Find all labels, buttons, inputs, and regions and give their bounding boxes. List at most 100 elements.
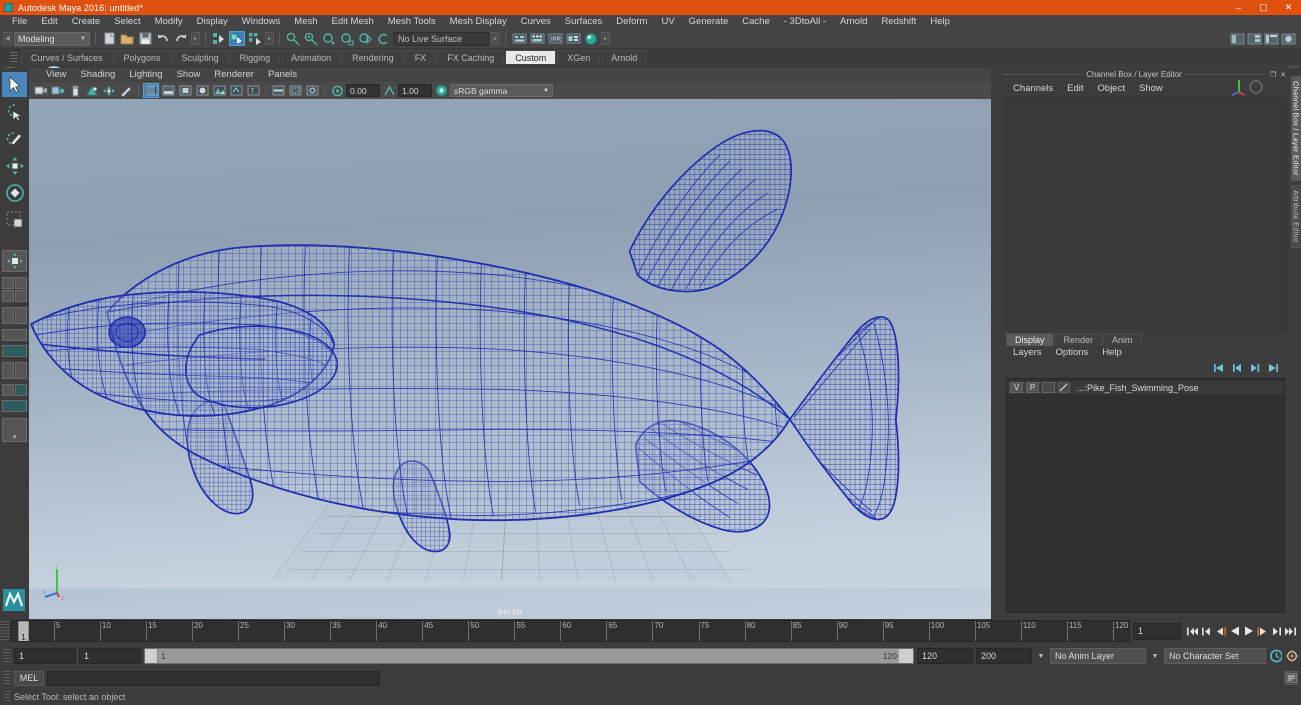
menu-item-redshift[interactable]: Redshift: [874, 15, 923, 29]
playback-options-chevron-icon[interactable]: ▼: [1035, 653, 1047, 660]
minimize-button[interactable]: –: [1226, 0, 1251, 15]
go-to-end-icon[interactable]: [1284, 623, 1297, 639]
layer-menu-help[interactable]: Help: [1095, 346, 1129, 360]
layer-first-icon[interactable]: [1213, 363, 1225, 373]
menu-item-deform[interactable]: Deform: [609, 15, 654, 29]
image-plane-icon[interactable]: [84, 83, 100, 98]
undo-icon[interactable]: [155, 31, 171, 46]
side-tab-channel-box-layer-editor[interactable]: Channel Box / Layer Editor: [1290, 76, 1301, 181]
lasso-tool[interactable]: [2, 99, 27, 124]
menu-item-mesh-display[interactable]: Mesh Display: [443, 15, 514, 29]
shelf-tab-animation[interactable]: Animation: [281, 50, 342, 64]
timeslider-track[interactable]: 1 5 10 15 20 25 30 35 40 45 50 55 60 65 70 75 80 85 90 95 1…: [10, 620, 1130, 642]
timeslider-playhead[interactable]: 1: [18, 621, 29, 641]
step-forward-icon[interactable]: [1270, 623, 1283, 639]
go-to-start-icon[interactable]: [1186, 623, 1199, 639]
attribute-editor-toggle-icon[interactable]: [1246, 31, 1262, 46]
textured-icon[interactable]: [194, 83, 210, 98]
anim-layer-selector[interactable]: No Anim Layer: [1050, 648, 1146, 664]
range-bar[interactable]: 1 120: [144, 648, 914, 664]
xray-mode-icon[interactable]: [287, 83, 303, 98]
character-set-selector[interactable]: No Character Set: [1164, 648, 1266, 664]
restore-panel-icon[interactable]: ❐: [1268, 70, 1278, 80]
color-profile-selector[interactable]: sRGB gamma ▼: [450, 84, 553, 97]
side-tab-attribute-editor[interactable]: Attribute Editor: [1290, 184, 1301, 248]
menu-item-curves[interactable]: Curves: [514, 15, 558, 29]
hypershade-icon[interactable]: [583, 31, 599, 46]
range-start-field[interactable]: 1: [79, 648, 141, 664]
snap-projected-icon[interactable]: [339, 31, 355, 46]
menu-item-surfaces[interactable]: Surfaces: [558, 15, 610, 29]
shelf-tab-fx-caching[interactable]: FX Caching: [437, 50, 505, 64]
layout-persp-outliner[interactable]: [2, 384, 27, 396]
current-frame-field[interactable]: 1: [1133, 622, 1181, 640]
redo-icon[interactable]: [173, 31, 189, 46]
menu-item-3dtoall[interactable]: - 3DtoAll -: [777, 15, 833, 29]
layer-last-icon[interactable]: [1267, 363, 1279, 373]
viewport-3d[interactable]: y x z persp: [29, 99, 991, 619]
gamma-field[interactable]: 1.00: [398, 84, 432, 97]
menu-item-display[interactable]: Display: [190, 15, 235, 29]
select-camera-icon[interactable]: [33, 83, 49, 98]
layer-row[interactable]: V P ...:Pike_Fish_Swimming_Pose: [1007, 381, 1284, 394]
anim-layer-chevron-icon[interactable]: ▼: [1149, 653, 1161, 660]
menu-item-select[interactable]: Select: [107, 15, 147, 29]
layer-prev-icon[interactable]: [1231, 363, 1243, 373]
viewport-menu-view[interactable]: View: [39, 68, 73, 82]
menuset-selector[interactable]: Modeling ▼: [14, 31, 90, 46]
layout-two-split[interactable]: [2, 307, 27, 324]
menu-item-help[interactable]: Help: [923, 15, 957, 29]
layer-list[interactable]: V P ...:Pike_Fish_Swimming_Pose: [1006, 378, 1285, 613]
menu-item-mesh-tools[interactable]: Mesh Tools: [381, 15, 443, 29]
shelf-tab-rendering[interactable]: Rendering: [342, 50, 404, 64]
animation-preferences-icon[interactable]: [1285, 648, 1298, 664]
snap-point-icon[interactable]: [321, 31, 337, 46]
select-hierarchy-icon[interactable]: [211, 31, 227, 46]
channelbox-body[interactable]: [1004, 80, 1287, 329]
commandline-grip[interactable]: [3, 670, 11, 686]
channelbox-menu-object[interactable]: Object: [1091, 81, 1132, 96]
menu-item-create[interactable]: Create: [65, 15, 108, 29]
layer-menu-layers[interactable]: Layers: [1006, 346, 1049, 360]
ipr-render-icon[interactable]: IPR: [547, 31, 563, 46]
layer-playback-toggle[interactable]: P: [1026, 382, 1039, 393]
step-back-icon[interactable]: [1200, 623, 1213, 639]
menu-item-edit[interactable]: Edit: [34, 15, 64, 29]
sidebar-toggle-icon[interactable]: [1229, 31, 1245, 46]
statusline-collapse-icon[interactable]: ◀: [3, 32, 12, 45]
anim-end-field[interactable]: 200: [976, 648, 1032, 664]
shelf-tab-xgen[interactable]: XGen: [557, 50, 601, 64]
range-end-field[interactable]: 120: [917, 648, 973, 664]
auto-keyframe-toggle-icon[interactable]: [1269, 648, 1282, 664]
layout-outliner-persp[interactable]: [2, 329, 27, 341]
screen-space-ao-icon[interactable]: T: [245, 83, 261, 98]
close-panel-icon[interactable]: ✕: [1278, 70, 1288, 80]
render-current-frame-icon[interactable]: [529, 31, 545, 46]
paint-selection-tool[interactable]: [2, 126, 27, 151]
tool-settings-toggle-icon[interactable]: [1263, 31, 1279, 46]
layout-more-button[interactable]: ▾: [2, 418, 27, 442]
menu-item-arnold[interactable]: Arnold: [833, 15, 874, 29]
channelbox-menu-edit[interactable]: Edit: [1060, 81, 1090, 96]
grease-pencil-icon[interactable]: [118, 83, 134, 98]
play-backwards-icon[interactable]: [1228, 623, 1241, 639]
helpline-grip[interactable]: [4, 691, 10, 703]
shadows-icon[interactable]: [228, 83, 244, 98]
snap-view-plane-icon[interactable]: [357, 31, 373, 46]
shelf-tab-polygons[interactable]: Polygons: [113, 50, 171, 64]
live-surface-field[interactable]: No Live Surface: [393, 31, 489, 46]
motion-blur-icon[interactable]: [270, 83, 286, 98]
next-key-icon[interactable]: [1256, 623, 1269, 639]
menu-item-modify[interactable]: Modify: [148, 15, 190, 29]
bookmark-icon[interactable]: [67, 83, 83, 98]
command-input[interactable]: [47, 670, 380, 686]
statusline-group4-collapse-icon[interactable]: ▸: [601, 32, 610, 45]
save-scene-icon[interactable]: [137, 31, 153, 46]
statusline-group2-collapse-icon[interactable]: ▸: [265, 32, 274, 45]
layer-menu-options[interactable]: Options: [1049, 346, 1096, 360]
select-component-icon[interactable]: [247, 31, 263, 46]
rotate-tool[interactable]: [2, 180, 27, 205]
channelbox-menu-show[interactable]: Show: [1132, 81, 1170, 96]
camera-attributes-icon[interactable]: [50, 83, 66, 98]
channelbox-toggle-icon[interactable]: [1280, 31, 1296, 46]
